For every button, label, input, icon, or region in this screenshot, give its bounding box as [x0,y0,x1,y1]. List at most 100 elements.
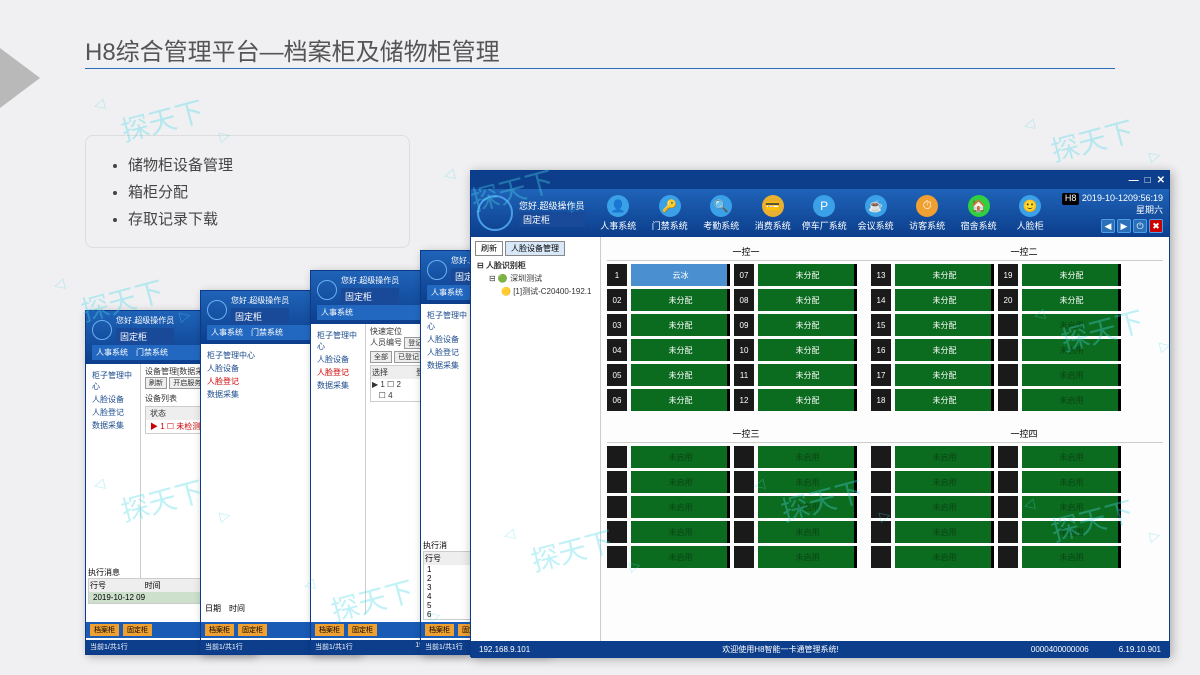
minimize-button[interactable]: — [1129,175,1139,186]
locker-number: 08 [734,289,754,311]
locker-cell[interactable]: 未启用 [758,546,857,568]
title-underline [85,68,1115,69]
nav-item[interactable]: 人事系统 [96,347,128,358]
locker-number: 15 [871,314,891,336]
tree-node[interactable]: ⊟ 🟢 深圳测试 [475,273,596,284]
status-ip: 192.168.9.101 [479,645,530,654]
h8-badge: H8 [1062,193,1080,205]
locker-cell[interactable]: 未启用 [1022,546,1121,568]
sidebar-item[interactable]: 数据采集 [92,420,134,431]
locker-cell[interactable]: 未分配 [895,314,994,336]
locker-cell[interactable]: 未启用 [758,446,857,468]
nav-item-消费系统[interactable]: 💳消费系统 [747,191,798,236]
locker-cell[interactable]: 未分配 [758,314,857,336]
status-version: 6.19.10.901 [1119,645,1161,654]
nav-right-icon[interactable]: ▶ [1117,219,1131,233]
locker-cell[interactable]: 未分配 [631,364,730,386]
locker-cell[interactable]: 未分配 [631,339,730,361]
power-icon[interactable]: ⏻ [1133,219,1147,233]
refresh-tab[interactable]: 刷新 [475,241,503,256]
locker-number [734,496,754,518]
locker-number: 11 [734,364,754,386]
locker-cell[interactable]: 未启用 [631,496,730,518]
locker-number: 10 [734,339,754,361]
locker-cell[interactable]: 未分配 [758,264,857,286]
locker-cell[interactable]: 未启用 [758,471,857,493]
nav-item-停车厂系统[interactable]: P停车厂系统 [798,191,849,236]
locker-cell[interactable]: 未启用 [631,546,730,568]
locker-cell[interactable]: 未分配 [758,389,857,411]
nav-item-人事系统[interactable]: 👤人事系统 [593,191,644,236]
locker-cell[interactable]: 未启用 [895,496,994,518]
clock-panel: H8 2019-10-1209:56:19 星期六 ◀ ▶ ⏻ ✖ [1056,191,1169,234]
locker-cell[interactable]: 未分配 [895,289,994,311]
sidebar-item[interactable]: 柜子管理中心 [92,370,134,392]
sidebar-item[interactable]: 人脸设备 [92,394,134,405]
device-mgmt-tab[interactable]: 人脸设备管理 [505,241,565,256]
locker-cell[interactable]: 未启用 [1022,364,1121,386]
locker-number: 1 [607,264,627,286]
locker-cell[interactable]: 未分配 [1022,289,1121,311]
locker-number [998,546,1018,568]
locker-number [734,546,754,568]
refresh-button[interactable]: 刷新 [145,377,167,389]
tree-root[interactable]: ⊟ 人脸识别柜 [475,260,596,271]
locker-cell[interactable]: 未分配 [895,364,994,386]
nav-item-门禁系统[interactable]: 🔑门禁系统 [644,191,695,236]
nav-item-会议系统[interactable]: ☕会议系统 [850,191,901,236]
locker-cell[interactable]: 未分配 [758,289,857,311]
locker-cell[interactable]: 未启用 [895,471,994,493]
section-label: 一控一 [607,245,885,258]
locker-cell[interactable]: 未启用 [631,521,730,543]
locker-cell[interactable]: 未启用 [1022,496,1121,518]
locker-number: 17 [871,364,891,386]
tab[interactable]: 固定柜 [123,624,152,636]
locker-cell[interactable]: 未启用 [758,521,857,543]
tab[interactable]: 档案柜 [90,624,119,636]
locker-number: 02 [607,289,627,311]
locker-cell[interactable]: 未分配 [631,389,730,411]
locker-number [998,389,1018,411]
locker-cell[interactable]: 未启用 [631,471,730,493]
app-title: 固定柜 [116,328,174,345]
locker-cell[interactable]: 未分配 [631,289,730,311]
nav-left-icon[interactable]: ◀ [1101,219,1115,233]
locker-grid-4: 未启用未启用未启用未启用未启用未启用未启用未启用未启用未启用 [871,446,1121,568]
locker-number [998,364,1018,386]
locker-cell[interactable]: 未分配 [758,364,857,386]
nav-item-宿舍系统[interactable]: 🏠宿舍系统 [953,191,1004,236]
locker-cell[interactable]: 未启用 [895,446,994,468]
nav-item-访客系统[interactable]: ⏱访客系统 [901,191,952,236]
locker-number: 20 [998,289,1018,311]
locker-cell[interactable]: 未分配 [1022,264,1121,286]
alert-icon[interactable]: ✖ [1149,219,1163,233]
locker-cell[interactable]: 未启用 [631,446,730,468]
locker-cell[interactable]: 未启用 [1022,389,1121,411]
locker-number [607,496,627,518]
locker-cell[interactable]: 未启用 [1022,446,1121,468]
maximize-button[interactable]: □ [1145,175,1151,186]
locker-cell[interactable]: 未启用 [1022,521,1121,543]
nav-item-考勤系统[interactable]: 🔍考勤系统 [695,191,746,236]
locker-cell[interactable]: 未分配 [758,339,857,361]
locker-cell[interactable]: 未启用 [1022,471,1121,493]
locker-cell[interactable]: 未分配 [895,264,994,286]
locker-cell[interactable]: 未启用 [1022,314,1121,336]
locker-cell[interactable]: 未启用 [895,521,994,543]
locker-cell[interactable]: 未启用 [1022,339,1121,361]
nav-item[interactable]: 门禁系统 [136,347,168,358]
section-label: 一控三 [607,427,885,440]
locker-number [998,496,1018,518]
locker-cell[interactable]: 未启用 [895,546,994,568]
locker-cell[interactable]: 云冰 [631,264,730,286]
nav-item-人脸柜[interactable]: 🙂人脸柜 [1004,191,1055,236]
locker-cell[interactable]: 未分配 [631,314,730,336]
locker-cell[interactable]: 未分配 [895,389,994,411]
tree-leaf[interactable]: 🟡 [1]测试-C20400-192.1 [475,286,596,297]
close-button[interactable]: ✕ [1157,175,1165,186]
logo-circle [207,300,227,320]
sidebar-item[interactable]: 人脸登记 [92,407,134,418]
status-bar: 192.168.9.101 欢迎使用H8智能一卡通管理系统! 000040000… [471,641,1169,658]
locker-cell[interactable]: 未分配 [895,339,994,361]
locker-cell[interactable]: 未启用 [758,496,857,518]
